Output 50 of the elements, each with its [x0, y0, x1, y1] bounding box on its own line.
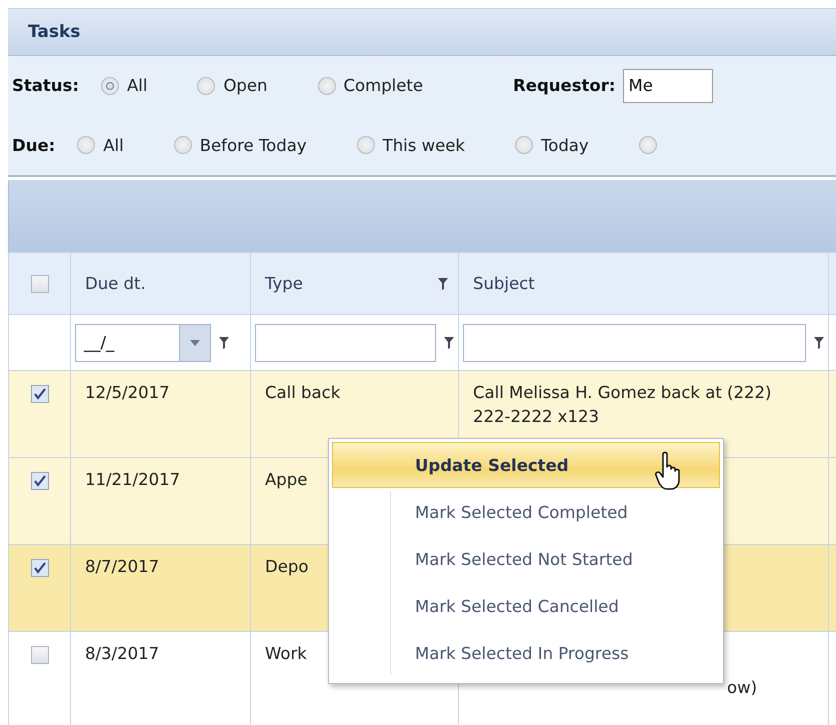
radio-button[interactable]	[638, 136, 657, 154]
row-checkbox[interactable]	[30, 472, 48, 490]
column-header[interactable]: Subject	[473, 274, 535, 293]
row-checkbox[interactable]	[30, 646, 48, 664]
table-cell-text: Call back	[265, 382, 340, 404]
filter-icon[interactable]	[219, 336, 229, 350]
filter-icon[interactable]	[444, 336, 454, 350]
table-cell-text: Appe	[265, 469, 308, 491]
column-header[interactable]: Type	[265, 274, 303, 293]
table-cell-text: 12/5/2017	[85, 382, 170, 404]
table-cell-text: Depo	[265, 556, 308, 578]
menu-item[interactable]: Mark Selected In Progress	[332, 630, 720, 676]
radio-label: All	[103, 136, 124, 155]
panel-title: Tasks	[8, 8, 836, 56]
filter-label: Status:	[12, 76, 79, 96]
date-filter-field[interactable]: __/_	[75, 324, 211, 362]
row-checkbox[interactable]	[30, 385, 48, 403]
table-cell-text: ow)	[727, 677, 758, 699]
menu-item[interactable]: Update Selected	[332, 442, 720, 488]
radio-button[interactable]	[514, 136, 533, 154]
radio-button[interactable]	[318, 76, 336, 95]
table-cell-text: 11/21/2017	[85, 469, 180, 491]
radio-button[interactable]	[356, 136, 375, 154]
filter-icon[interactable]	[438, 276, 448, 290]
radio-button[interactable]	[100, 76, 119, 95]
radio-button[interactable]	[197, 76, 216, 95]
table-cell-text: Call Melissa H. Gomez back at (222) 222-2222 x123	[473, 382, 772, 428]
filter-field[interactable]	[255, 324, 436, 362]
filter-field[interactable]	[463, 324, 806, 362]
column-header[interactable]: Due dt.	[85, 274, 146, 293]
row-checkbox[interactable]	[30, 559, 48, 577]
requestor-field[interactable]: Me	[623, 68, 714, 103]
radio-label: This week	[382, 136, 465, 155]
table-cell-text: Work	[265, 643, 307, 665]
radio-label: Open	[223, 76, 268, 96]
radio-label: All	[126, 76, 148, 96]
filter-icon[interactable]	[814, 336, 824, 350]
menu-item[interactable]: Mark Selected Cancelled	[332, 583, 720, 629]
radio-label: Today	[540, 136, 589, 155]
table-cell-text: 8/7/2017	[85, 556, 160, 578]
menu-item[interactable]: Mark Selected Completed	[332, 489, 720, 535]
radio-label: Complete	[344, 76, 424, 96]
radio-button[interactable]	[77, 136, 96, 154]
menu-item[interactable]: Mark Selected Not Started	[332, 536, 720, 582]
table-cell-text: 8/3/2017	[85, 643, 160, 665]
filter-label: Requestor:	[513, 76, 616, 96]
radio-button[interactable]	[174, 136, 192, 154]
filter-label: Due:	[12, 136, 56, 155]
select-all-checkbox[interactable]	[30, 274, 48, 292]
radio-label: Before Today	[200, 136, 307, 155]
